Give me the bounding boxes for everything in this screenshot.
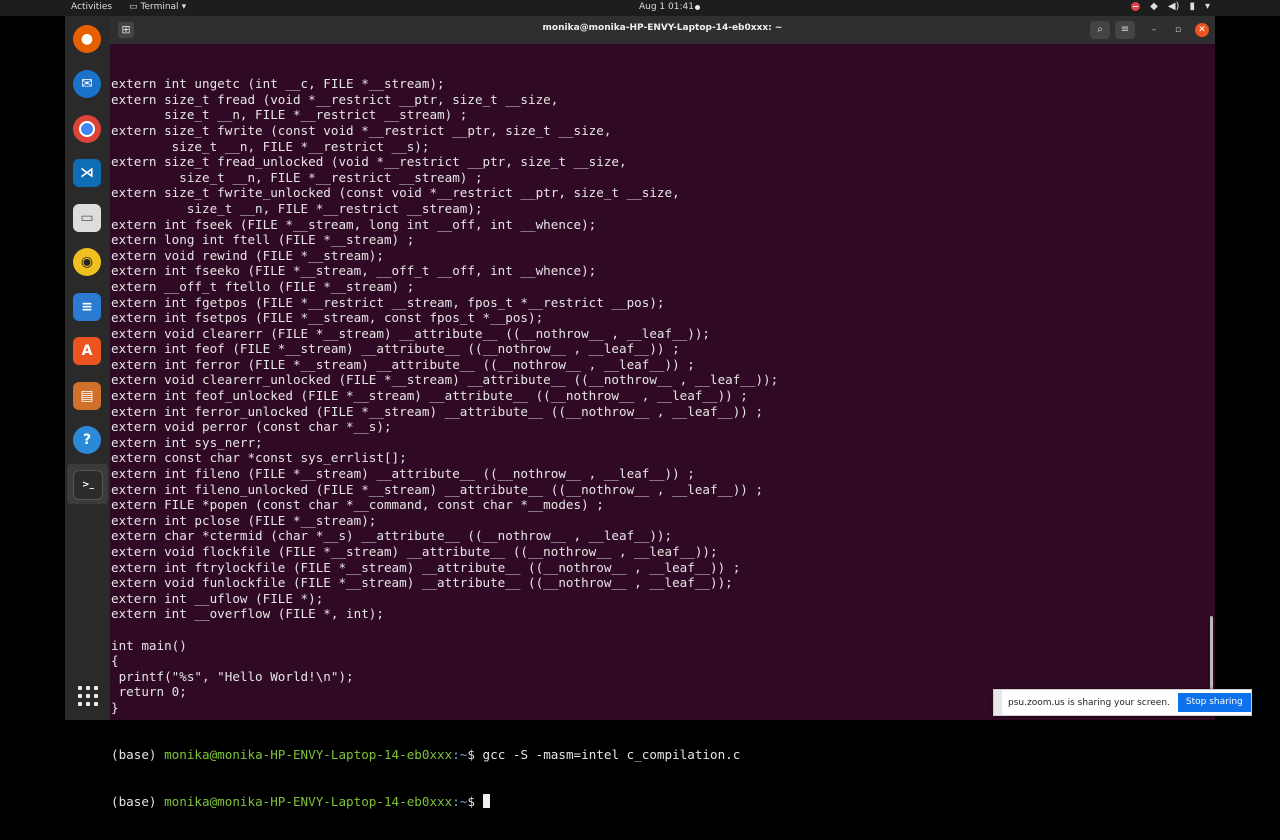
wifi-icon: ◆ xyxy=(1150,1,1158,12)
terminal-line: extern void perror (const char *__s); xyxy=(111,419,392,435)
terminal-line: extern char *ctermid (char *__s) __attri… xyxy=(111,528,673,544)
screen-share-indicator-icon[interactable] xyxy=(1131,2,1141,11)
terminal-line: extern int __uflow (FILE *); xyxy=(111,590,324,606)
terminal-line: extern int sys_nerr; xyxy=(111,434,263,450)
terminal-lines: extern int ungetc (int __c, FILE *__stre… xyxy=(111,76,1215,715)
impress-icon[interactable]: ▤ xyxy=(73,382,101,410)
terminal-line: extern __off_t ftello (FILE *__stream) ; xyxy=(111,278,415,294)
terminal-line: size_t __n, FILE *__restrict __stream) ; xyxy=(111,169,483,185)
terminal-line: extern int pclose (FILE *__stream); xyxy=(111,512,377,528)
terminal-output[interactable]: extern int ungetc (int __c, FILE *__stre… xyxy=(111,45,1215,808)
terminal-line: extern int fileno (FILE *__stream) __att… xyxy=(111,466,695,482)
activities-button[interactable]: Activities xyxy=(71,2,112,12)
search-button[interactable]: ⌕ xyxy=(1090,21,1110,39)
chrome-icon[interactable] xyxy=(73,115,101,143)
vscode-icon[interactable]: ⋊ xyxy=(73,159,101,187)
stop-sharing-button[interactable]: Stop sharing xyxy=(1177,693,1251,712)
terminal-line: extern void rewind (FILE *__stream); xyxy=(111,247,384,263)
window-title: monika@monika-HP-ENVY-Laptop-14-eb0xxx: … xyxy=(542,23,783,33)
prompt-user: monika@monika-HP-ENVY-Laptop-14-eb0xxx xyxy=(164,746,453,762)
terminal-line: extern void funlockfile (FILE *__stream)… xyxy=(111,575,733,591)
terminal-line: extern int ferror_unlocked (FILE *__stre… xyxy=(111,403,764,419)
terminal-line: extern void clearerr_unlocked (FILE *__s… xyxy=(111,372,779,388)
close-button[interactable]: ✕ xyxy=(1195,23,1209,37)
help-icon[interactable]: ? xyxy=(73,426,101,454)
prompt-user: monika@monika-HP-ENVY-Laptop-14-eb0xxx xyxy=(164,793,453,809)
share-message: psu.zoom.us is sharing your screen. xyxy=(1008,697,1170,708)
app-menu-label: Terminal xyxy=(140,2,179,12)
minimize-button[interactable]: – xyxy=(1147,23,1161,37)
hamburger-menu-button[interactable]: ≡ xyxy=(1115,21,1135,39)
terminal-line: extern size_t fwrite_unlocked (const voi… xyxy=(111,185,680,201)
terminal-line: extern int fileno_unlocked (FILE *__stre… xyxy=(111,481,764,497)
terminal-window: ⊞ monika@monika-HP-ENVY-Laptop-14-eb0xxx… xyxy=(110,16,1215,809)
terminal-line: printf("%s", "Hello World!\n"); xyxy=(111,668,354,684)
thunderbird-icon[interactable]: ✉ xyxy=(73,70,101,98)
terminal-line: extern const char *const sys_errlist[]; xyxy=(111,450,407,466)
chevron-down-icon: ▾ xyxy=(181,2,187,12)
terminal-line: extern int ftrylockfile (FILE *__stream)… xyxy=(111,559,741,575)
terminal-line: extern int fsetpos (FILE *__stream, cons… xyxy=(111,310,544,326)
volume-icon: ◀) xyxy=(1167,1,1180,12)
terminal-line: extern int fgetpos (FILE *__restrict __s… xyxy=(111,294,665,310)
system-tray[interactable]: ◆ ◀) ▮ ▾ xyxy=(1131,1,1210,12)
terminal-line: extern long int ftell (FILE *__stream) ; xyxy=(111,232,415,248)
terminal-line: extern size_t fread_unlocked (void *__re… xyxy=(111,154,627,170)
terminal-line: extern void clearerr (FILE *__stream) __… xyxy=(111,325,710,341)
writer-icon[interactable]: ≡ xyxy=(73,293,101,321)
dock: ● ✉ ⋊ ▭ ◉ ≡ A ▤ ? >_ xyxy=(65,16,110,720)
terminal-line: size_t __n, FILE *__restrict __stream); xyxy=(111,200,483,216)
terminal-line: extern void flockfile (FILE *__stream) _… xyxy=(111,544,718,559)
clock[interactable]: Aug 1 01:41 xyxy=(639,2,694,12)
battery-icon: ▮ xyxy=(1189,1,1195,12)
prompt-prefix: (base) xyxy=(111,793,165,809)
terminal-line: size_t __n, FILE *__restrict __s); xyxy=(111,138,430,154)
terminal-line: extern int fseeko (FILE *__stream, __off… xyxy=(111,263,597,279)
window-titlebar[interactable]: ⊞ monika@monika-HP-ENVY-Laptop-14-eb0xxx… xyxy=(110,16,1215,44)
top-bar: Activities ▭ Terminal ▾ Aug 1 01:41 ◆ ◀)… xyxy=(0,0,1280,16)
terminal-input-line[interactable]: (base) monika@monika-HP-ENVY-Laptop-14-e… xyxy=(111,793,1215,810)
terminal-line: extern FILE *popen (const char *__comman… xyxy=(111,497,604,513)
show-applications-button[interactable] xyxy=(78,686,98,706)
terminal-icon[interactable]: >_ xyxy=(73,470,103,500)
chevron-down-icon: ▾ xyxy=(1204,1,1210,12)
app-menu[interactable]: ▭ Terminal ▾ xyxy=(129,2,186,12)
prompt-sign: $ xyxy=(467,746,483,762)
terminal-line: extern int feof (FILE *__stream) __attri… xyxy=(111,341,680,357)
zoom-share-banner: psu.zoom.us is sharing your screen. Stop… xyxy=(993,689,1252,716)
terminal-line: extern int ferror (FILE *__stream) __att… xyxy=(111,356,695,372)
maximize-button[interactable]: ▫ xyxy=(1171,23,1185,37)
terminal-line: { xyxy=(111,653,119,669)
terminal-line: int main() xyxy=(111,637,187,653)
drag-handle[interactable] xyxy=(994,690,1002,715)
prompt-sign: $ xyxy=(467,793,483,809)
text-cursor xyxy=(482,793,490,808)
firefox-icon[interactable]: ● xyxy=(73,25,101,53)
terminal-line: extern int ungetc (int __c, FILE *__stre… xyxy=(111,76,445,92)
prompt-prefix: (base) xyxy=(111,746,165,762)
software-icon[interactable]: A xyxy=(73,337,101,365)
terminal-line: size_t __n, FILE *__restrict __stream) ; xyxy=(111,107,468,123)
terminal-line: extern int feof_unlocked (FILE *__stream… xyxy=(111,388,748,404)
terminal-line: extern size_t fwrite (const void *__rest… xyxy=(111,122,612,138)
prompt-path: :~ xyxy=(452,793,468,809)
executed-command: gcc -S -masm=intel c_compilation.c xyxy=(482,746,741,762)
terminal-line: extern int fseek (FILE *__stream, long i… xyxy=(111,216,597,232)
notification-dot-icon xyxy=(695,5,700,10)
terminal-small-icon: ▭ xyxy=(129,2,138,12)
prompt-path: :~ xyxy=(452,746,468,762)
terminal-line: extern int __overflow (FILE *, int); xyxy=(111,606,384,622)
terminal-line: extern size_t fread (void *__restrict __… xyxy=(111,91,559,107)
rhythmbox-icon[interactable]: ◉ xyxy=(73,248,101,276)
terminal-command-line: (base) monika@monika-HP-ENVY-Laptop-14-e… xyxy=(111,747,1215,763)
files-icon[interactable]: ▭ xyxy=(73,204,101,232)
